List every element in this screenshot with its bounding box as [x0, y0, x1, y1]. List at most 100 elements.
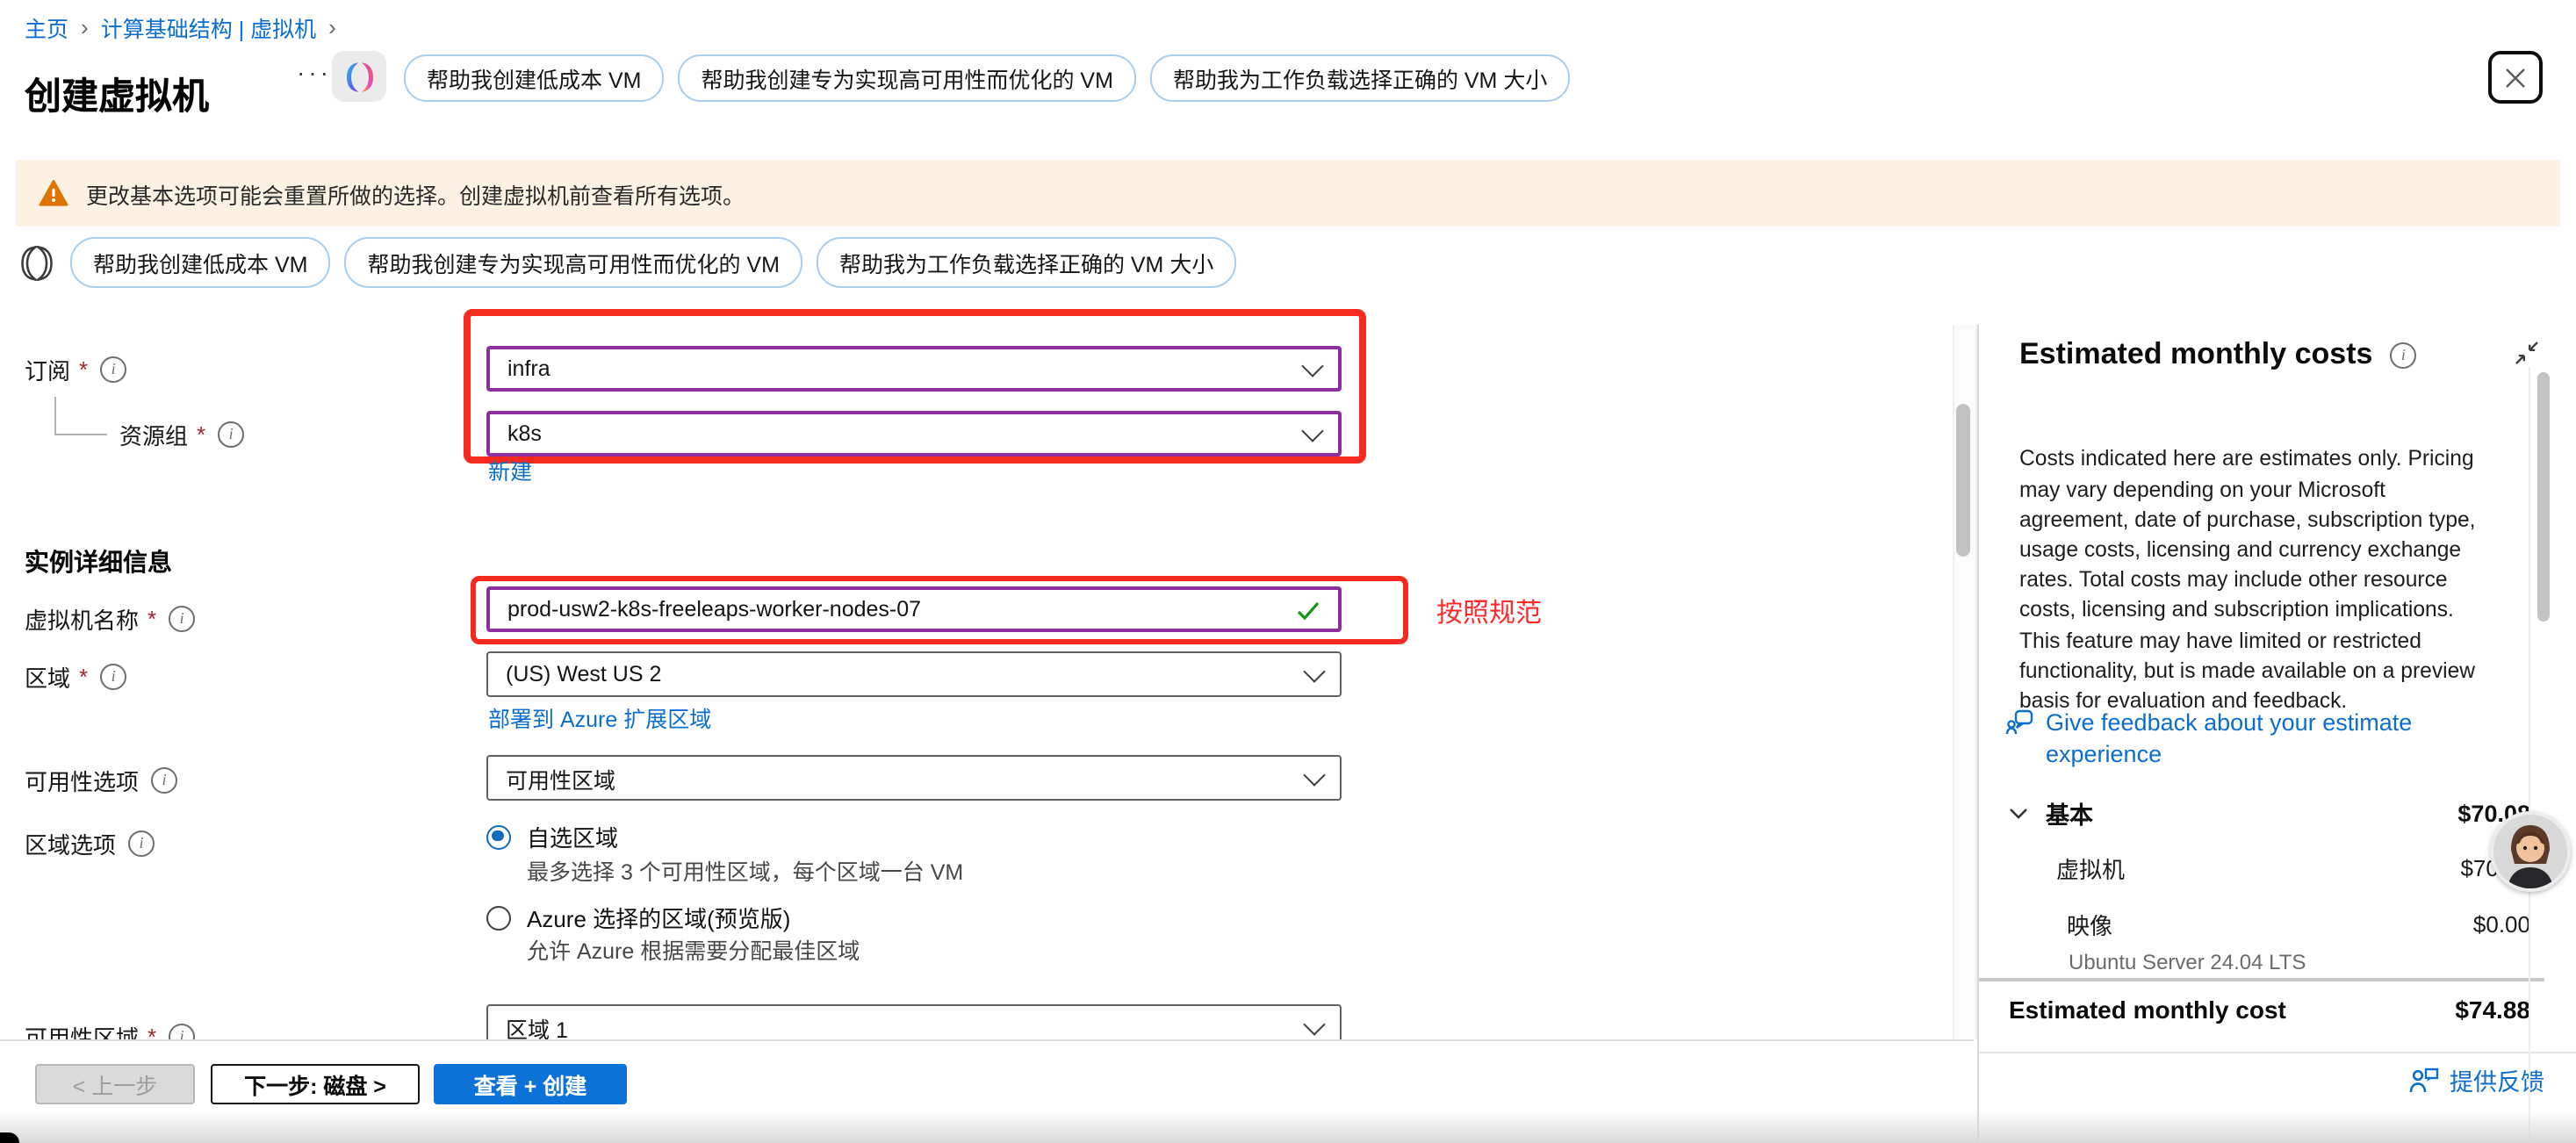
- costs-panel-title: Estimated monthly costs: [2019, 337, 2372, 372]
- copilot-logo-icon: [342, 59, 377, 94]
- basics-form: 订阅 * i infra 资源组 * i k8s 新建 实例详细信息 虚拟机名称…: [0, 298, 1974, 1039]
- required-mark: *: [79, 356, 88, 382]
- avatar[interactable]: [2490, 811, 2571, 892]
- breadcrumb-separator: ›: [328, 14, 336, 40]
- region-label: 区域 * i: [25, 653, 126, 699]
- panel-scrollbar-thumb[interactable]: [2537, 372, 2550, 622]
- subscription-label: 订阅 * i: [25, 346, 126, 392]
- vm-name-input[interactable]: prod-usw2-k8s-freeleaps-worker-nodes-07: [486, 586, 1342, 632]
- info-icon[interactable]: i: [100, 356, 126, 382]
- radio-selected-icon[interactable]: [486, 824, 511, 849]
- availability-zone-label: 可用性区域 * i: [25, 1013, 195, 1039]
- region-value: (US) West US 2: [506, 662, 661, 687]
- suggestion-low-cost-vm-button[interactable]: 帮助我创建低成本 VM: [404, 54, 664, 102]
- warning-banner: 更改基本选项可能会重置所做的选择。创建虚拟机前查看所有选项。: [16, 160, 2560, 226]
- info-icon[interactable]: i: [100, 663, 126, 689]
- resource-group-value: k8s: [507, 421, 542, 446]
- cost-item-amount: $0.00: [2473, 911, 2530, 938]
- costs-panel-header: Estimated monthly costs i: [2019, 337, 2416, 372]
- suggestion-low-cost-vm-button[interactable]: 帮助我创建低成本 VM: [70, 237, 330, 288]
- window-corner-artifact: [0, 1132, 19, 1143]
- page-title: 创建虚拟机: [25, 68, 209, 121]
- suggestion-high-availability-vm-button[interactable]: 帮助我创建专为实现高可用性而优化的 VM: [678, 54, 1135, 102]
- more-menu-button[interactable]: ···: [297, 58, 332, 86]
- required-mark: *: [148, 605, 156, 631]
- cost-item-row: 虚拟机 $70.08: [2056, 852, 2530, 885]
- close-icon: [2502, 64, 2529, 90]
- create-new-resource-group-link[interactable]: 新建: [488, 453, 532, 486]
- breadcrumb-home[interactable]: 主页: [25, 11, 68, 44]
- tree-connector: [54, 434, 107, 435]
- avatar-image: [2493, 815, 2567, 888]
- person-feedback-icon: [2409, 1067, 2439, 1093]
- vm-name-value: prod-usw2-k8s-freeleaps-worker-nodes-07: [507, 597, 921, 622]
- panel-scrollbar-track[interactable]: [2529, 367, 2530, 1143]
- info-icon[interactable]: i: [169, 605, 195, 631]
- info-icon[interactable]: i: [151, 766, 177, 793]
- copilot-icon[interactable]: [332, 51, 386, 102]
- suggestion-right-vm-size-button[interactable]: 帮助我为工作负载选择正确的 VM 大小: [817, 237, 1236, 288]
- total-cost-amount: $74.88: [2455, 996, 2530, 1024]
- chevron-down-icon: [1303, 1012, 1325, 1034]
- panel-divider-strong: [1979, 978, 2544, 981]
- estimate-feedback-link-text: Give feedback about your estimate experi…: [2046, 708, 2488, 769]
- provide-feedback-link[interactable]: 提供反馈: [2409, 1062, 2544, 1097]
- collapse-panel-button[interactable]: [2515, 341, 2539, 374]
- breadcrumb-virtual-machines[interactable]: 计算基础结构 | 虚拟机: [101, 11, 316, 44]
- required-mark: *: [197, 421, 205, 447]
- copilot-outline-icon: [18, 243, 56, 282]
- estimated-costs-panel: Estimated monthly costs i Costs indicate…: [1979, 325, 2576, 1143]
- warning-banner-text: 更改基本选项可能会重置所做的选择。创建虚拟机前查看所有选项。: [86, 176, 745, 210]
- main-scrollbar-thumb[interactable]: [1956, 404, 1970, 557]
- subscription-dropdown[interactable]: infra: [486, 346, 1342, 392]
- collapse-icon: [2515, 341, 2539, 365]
- cost-item-name: 映像: [2067, 908, 2112, 941]
- deploy-extended-zones-link[interactable]: 部署到 Azure 扩展区域: [488, 701, 711, 734]
- close-blade-button[interactable]: [2488, 51, 2543, 104]
- availability-zone-dropdown[interactable]: 区域 1: [486, 1004, 1342, 1039]
- info-icon[interactable]: i: [218, 421, 244, 447]
- zone-options-label: 区域选项 i: [25, 820, 155, 866]
- costs-disclaimer-text: Costs indicated here are estimates only.…: [2019, 445, 2486, 717]
- cost-item-name: 虚拟机: [2056, 852, 2125, 885]
- radio-unselected-icon[interactable]: [486, 905, 511, 930]
- cost-group-row[interactable]: 基本 $70.08: [2009, 795, 2530, 830]
- chevron-down-icon: [1301, 419, 1323, 441]
- availability-options-dropdown[interactable]: 可用性区域: [486, 755, 1342, 801]
- radio-self-selected-zone[interactable]: 自选区域: [486, 820, 618, 853]
- resource-group-label: 资源组 * i: [119, 411, 244, 456]
- subscription-value: infra: [507, 356, 550, 381]
- suggestion-high-availability-vm-button[interactable]: 帮助我创建专为实现高可用性而优化的 VM: [344, 237, 802, 288]
- info-icon[interactable]: i: [169, 1023, 195, 1039]
- footer-divider: [0, 1039, 1974, 1041]
- valid-checkmark-icon: [1296, 600, 1320, 622]
- suggestion-right-vm-size-button[interactable]: 帮助我为工作负载选择正确的 VM 大小: [1150, 54, 1570, 102]
- panel-divider-faint: [1979, 1052, 2576, 1053]
- cost-group-name: 基本: [2046, 795, 2093, 830]
- chevron-down-icon: [1303, 763, 1325, 785]
- previous-step-button[interactable]: < 上一步: [35, 1064, 195, 1104]
- breadcrumb: 主页 › 计算基础结构 | 虚拟机 ›: [25, 11, 336, 44]
- copilot-suggestions-inline: 帮助我创建低成本 VM 帮助我创建专为实现高可用性而优化的 VM 帮助我为工作负…: [18, 237, 1236, 288]
- estimate-feedback-link[interactable]: Give feedback about your estimate experi…: [2005, 708, 2488, 769]
- next-step-disks-button[interactable]: 下一步: 磁盘 >: [211, 1064, 420, 1104]
- availability-options-value: 可用性区域: [506, 761, 615, 794]
- chevron-down-icon: [1303, 659, 1325, 681]
- info-icon[interactable]: i: [128, 830, 155, 856]
- radio-azure-selected-zone[interactable]: Azure 选择的区域(预览版): [486, 901, 790, 934]
- info-icon[interactable]: i: [2390, 341, 2416, 368]
- region-dropdown[interactable]: (US) West US 2: [486, 651, 1342, 697]
- availability-zone-value: 区域 1: [506, 1010, 568, 1039]
- chevron-down-icon: [1301, 354, 1323, 376]
- required-mark: *: [79, 663, 88, 689]
- annotation-text: 按照规范: [1436, 593, 1542, 630]
- warning-icon: [39, 179, 68, 207]
- chevron-down-icon: [2009, 807, 2028, 819]
- resource-group-dropdown[interactable]: k8s: [486, 411, 1342, 456]
- review-create-button[interactable]: 查看 + 创建: [434, 1064, 627, 1104]
- total-cost-label: Estimated monthly cost: [2009, 996, 2286, 1024]
- instance-details-heading: 实例详细信息: [25, 543, 172, 579]
- radio-self-selected-zone-desc: 最多选择 3 个可用性区域，每个区域一台 VM: [527, 853, 963, 887]
- create-vm-blade: 主页 › 计算基础结构 | 虚拟机 › 创建虚拟机 ··· 帮助我创建低成本 V…: [0, 0, 2576, 1143]
- cost-item-row: 映像 $0.00: [2067, 908, 2530, 941]
